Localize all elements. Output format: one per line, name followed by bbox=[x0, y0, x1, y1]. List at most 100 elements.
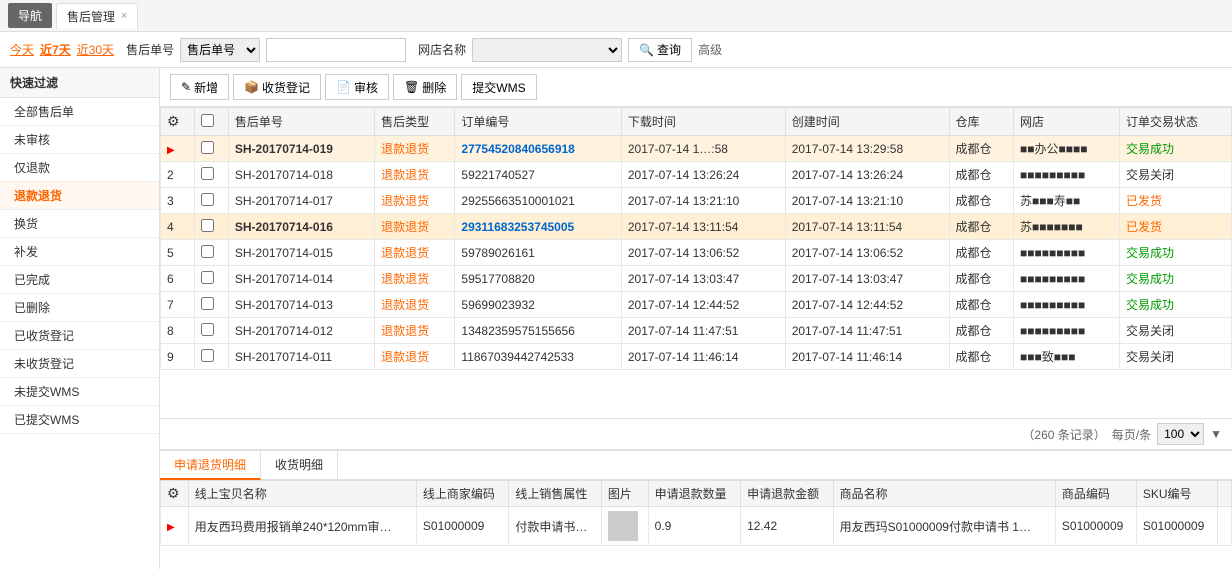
cell-download_time-0: 2017-07-14 1…:58 bbox=[621, 136, 785, 162]
table-row[interactable]: 3SH-20170714-017退款退货29255663510001021201… bbox=[161, 188, 1232, 214]
bottom-table-container[interactable]: ⚙线上宝贝名称线上商家编码线上销售属性图片申请退款数量申请退款金额商品名称商品编… bbox=[160, 480, 1232, 569]
sidebar-item-8[interactable]: 已收货登记 bbox=[0, 322, 159, 350]
bottom-col-5: 申请退款数量 bbox=[648, 481, 740, 507]
row-check[interactable] bbox=[201, 297, 214, 310]
table-row[interactable]: 4SH-20170714-016退款退货29311683253745005201… bbox=[161, 214, 1232, 240]
row-checkbox-1[interactable] bbox=[194, 162, 228, 188]
row-check[interactable] bbox=[201, 167, 214, 180]
bottom-table-row[interactable]: ▶用友西玛费用报销单240*120mm审…S01000009付款申请书…0.91… bbox=[161, 507, 1232, 546]
sidebar-item-7[interactable]: 已删除 bbox=[0, 294, 159, 322]
cell-create_time-5: 2017-07-14 13:03:47 bbox=[785, 266, 949, 292]
wms-button[interactable]: 提交WMS bbox=[461, 74, 536, 100]
row-check[interactable] bbox=[201, 141, 214, 154]
row-checkbox-3[interactable] bbox=[194, 214, 228, 240]
sidebar-item-1[interactable]: 未审核 bbox=[0, 126, 159, 154]
cell-order_no-2: 29255663510001021 bbox=[455, 188, 621, 214]
col-header-6: 创建时间 bbox=[785, 108, 949, 136]
delete-button[interactable]: 🗑 删除 bbox=[393, 74, 457, 100]
sidebar-item-2[interactable]: 仅退款 bbox=[0, 154, 159, 182]
cell-warehouse-0: 成都仓 bbox=[949, 136, 1014, 162]
audit-button[interactable]: 📄 审核 bbox=[325, 74, 389, 100]
cell-status-1: 交易关闭 bbox=[1119, 162, 1231, 188]
cell-type-8: 退款退货 bbox=[375, 344, 455, 370]
today-btn[interactable]: 今天 bbox=[10, 41, 34, 58]
table-row[interactable]: 2SH-20170714-018退款退货592217405272017-07-1… bbox=[161, 162, 1232, 188]
tab-close-icon[interactable]: × bbox=[121, 10, 127, 22]
sidebar-item-4[interactable]: 换货 bbox=[0, 210, 159, 238]
row-check[interactable] bbox=[201, 323, 214, 336]
col-header-5: 下载时间 bbox=[621, 108, 785, 136]
col-header-8: 网店 bbox=[1014, 108, 1120, 136]
settings-icon[interactable]: ⚙ bbox=[167, 113, 180, 129]
row-check[interactable] bbox=[201, 271, 214, 284]
table-row[interactable]: 7SH-20170714-013退款退货596990239322017-07-1… bbox=[161, 292, 1232, 318]
sidebar-item-11[interactable]: 已提交WMS bbox=[0, 406, 159, 434]
sidebar-item-6[interactable]: 已完成 bbox=[0, 266, 159, 294]
row-checkbox-0[interactable] bbox=[194, 136, 228, 162]
filter-type-select[interactable]: 售后单号 bbox=[180, 38, 260, 62]
total-count: （260 条记录） bbox=[1022, 426, 1105, 443]
row-check[interactable] bbox=[201, 245, 214, 258]
table-row[interactable]: 6SH-20170714-014退款退货595177088202017-07-1… bbox=[161, 266, 1232, 292]
row-flag-0: ▶ bbox=[161, 136, 195, 162]
table-row[interactable]: 5SH-20170714-015退款退货597890261612017-07-1… bbox=[161, 240, 1232, 266]
cell-status-8: 交易关闭 bbox=[1119, 344, 1231, 370]
select-all-checkbox[interactable] bbox=[201, 114, 214, 127]
active-tab[interactable]: 售后管理 × bbox=[56, 3, 138, 29]
cell-aftersale_no-6: SH-20170714-013 bbox=[228, 292, 374, 318]
receive-button[interactable]: 📦 收货登记 bbox=[233, 74, 321, 100]
month-btn[interactable]: 近30天 bbox=[77, 41, 114, 58]
cell-order_no-7: 13482359575155656 bbox=[455, 318, 621, 344]
add-button[interactable]: ✎ 新增 bbox=[170, 74, 229, 100]
table-row[interactable]: 9SH-20170714-011退款退货11867039442742533201… bbox=[161, 344, 1232, 370]
cell-create_time-8: 2017-07-14 11:46:14 bbox=[785, 344, 949, 370]
per-page-select[interactable]: 2050100200 bbox=[1157, 423, 1204, 445]
main-table-container[interactable]: ⚙售后单号售后类型订单编号下载时间创建时间仓库网店订单交易状态 ▶SH-2017… bbox=[160, 107, 1232, 418]
advanced-button[interactable]: 高级 bbox=[698, 41, 722, 58]
cell-shop-3: 苏■■■■■■■ bbox=[1014, 214, 1120, 240]
col-header-9: 订单交易状态 bbox=[1119, 108, 1231, 136]
row-checkbox-4[interactable] bbox=[194, 240, 228, 266]
plus-icon: ✎ bbox=[181, 80, 191, 94]
cell-type-6: 退款退货 bbox=[375, 292, 455, 318]
sidebar-item-0[interactable]: 全部售后单 bbox=[0, 98, 159, 126]
row-checkbox-6[interactable] bbox=[194, 292, 228, 318]
bottom-col-3: 线上销售属性 bbox=[509, 481, 601, 507]
cell-warehouse-7: 成都仓 bbox=[949, 318, 1014, 344]
cell-warehouse-4: 成都仓 bbox=[949, 240, 1014, 266]
bottom-settings-icon[interactable]: ⚙ bbox=[167, 485, 180, 501]
search-input[interactable] bbox=[266, 38, 406, 62]
row-check[interactable] bbox=[201, 219, 214, 232]
bottom-cell-product-code-0: S01000009 bbox=[1055, 507, 1136, 546]
sidebar-item-5[interactable]: 补发 bbox=[0, 238, 159, 266]
row-checkbox-5[interactable] bbox=[194, 266, 228, 292]
week-btn[interactable]: 近7天 bbox=[40, 41, 71, 58]
bottom-col-1: 线上宝贝名称 bbox=[188, 481, 416, 507]
sidebar-item-10[interactable]: 未提交WMS bbox=[0, 378, 159, 406]
search-icon: 🔍 bbox=[639, 43, 654, 57]
sidebar-item-3[interactable]: 退款退货 bbox=[0, 182, 159, 210]
bottom-tab-0[interactable]: 申请退货明细 bbox=[160, 451, 261, 480]
main-layout: 快速过滤 全部售后单未审核仅退款退款退货换货补发已完成已删除已收货登记未收货登记… bbox=[0, 68, 1232, 569]
cell-status-5: 交易成功 bbox=[1119, 266, 1231, 292]
row-checkbox-8[interactable] bbox=[194, 344, 228, 370]
row-flag-2: 3 bbox=[161, 188, 195, 214]
toolbar-row: 今天 近7天 近30天 售后单号 售后单号 网店名称 🔍 查询 高级 bbox=[0, 32, 1232, 68]
table-row[interactable]: 8SH-20170714-012退款退货13482359575155656201… bbox=[161, 318, 1232, 344]
bottom-tab-1[interactable]: 收货明细 bbox=[261, 451, 338, 479]
shop-select[interactable] bbox=[472, 38, 622, 62]
row-check[interactable] bbox=[201, 349, 214, 362]
cell-create_time-1: 2017-07-14 13:26:24 bbox=[785, 162, 949, 188]
col-header-1 bbox=[194, 108, 228, 136]
sidebar-item-9[interactable]: 未收货登记 bbox=[0, 350, 159, 378]
row-checkbox-7[interactable] bbox=[194, 318, 228, 344]
table-row[interactable]: ▶SH-20170714-019退款退货27754520840656918201… bbox=[161, 136, 1232, 162]
audit-icon: 📄 bbox=[336, 80, 351, 94]
query-button[interactable]: 🔍 查询 bbox=[628, 38, 692, 62]
cell-status-0: 交易成功 bbox=[1119, 136, 1231, 162]
filter-label: 售后单号 bbox=[126, 41, 174, 58]
row-checkbox-2[interactable] bbox=[194, 188, 228, 214]
per-page-label: 每页/条 bbox=[1112, 426, 1151, 443]
main-table: ⚙售后单号售后类型订单编号下载时间创建时间仓库网店订单交易状态 ▶SH-2017… bbox=[160, 107, 1232, 370]
row-check[interactable] bbox=[201, 193, 214, 206]
